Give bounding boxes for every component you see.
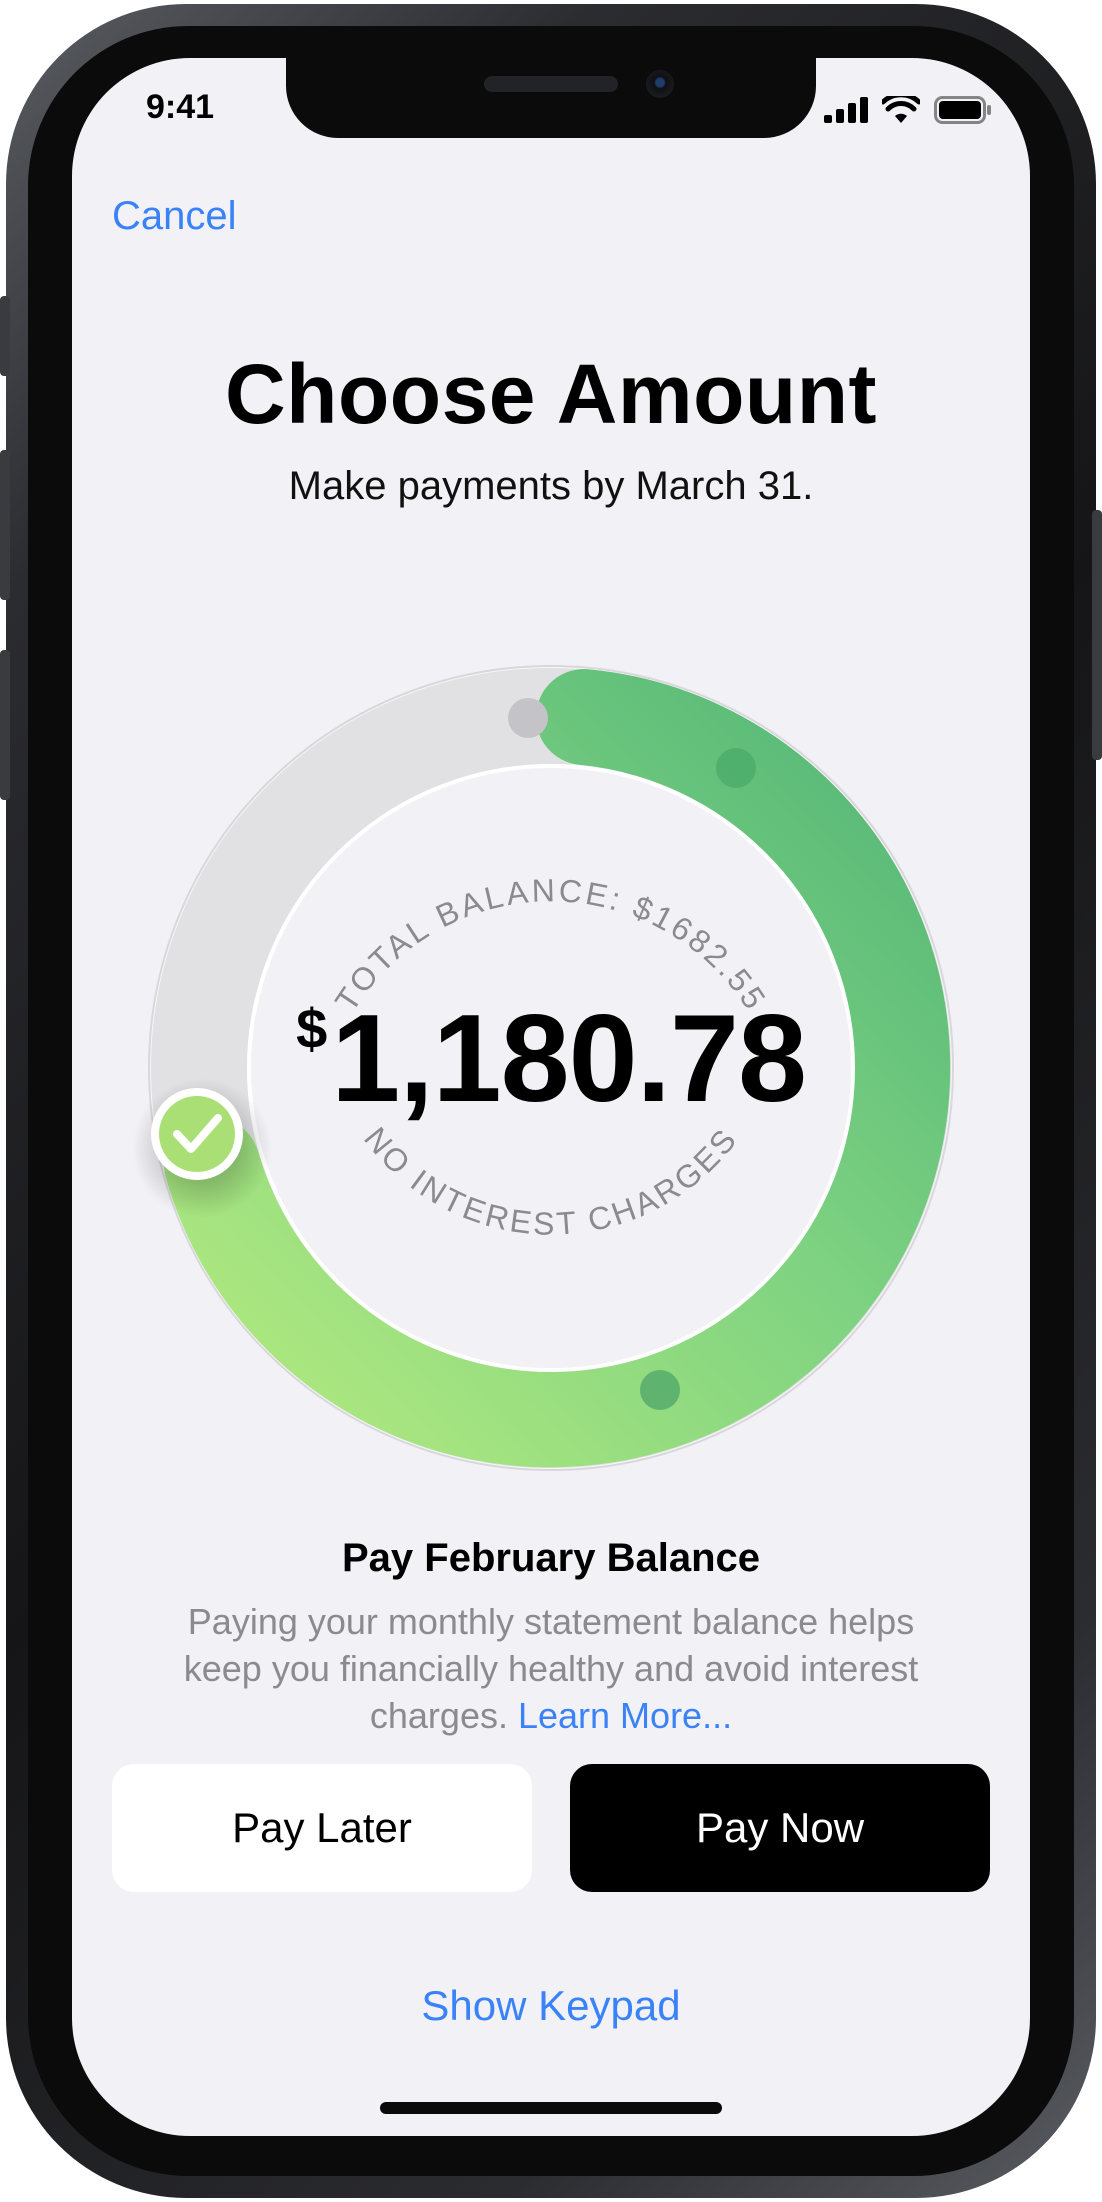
volume-down-button <box>0 650 10 800</box>
page-title: Choose Amount <box>224 347 877 441</box>
screen: 9:41 Cancel Choose Amount Make payments … <box>72 58 1030 2136</box>
pay-later-button[interactable]: Pay Later <box>112 1764 532 1892</box>
status-icons <box>824 96 992 124</box>
currency-symbol: $ <box>296 997 328 1060</box>
mute-switch <box>0 296 10 376</box>
power-button <box>1092 510 1102 760</box>
volume-up-button <box>0 450 10 600</box>
dial-marker-dot <box>640 1370 680 1410</box>
speaker-grille <box>484 76 618 92</box>
front-camera-icon <box>646 70 674 98</box>
status-time: 9:41 <box>146 88 215 126</box>
cancel-button[interactable]: Cancel <box>112 194 237 239</box>
payment-option-title: Pay February Balance <box>342 1536 760 1580</box>
notch <box>286 58 816 138</box>
learn-more-link[interactable]: Learn More... <box>518 1695 732 1736</box>
show-keypad-button[interactable]: Show Keypad <box>72 1982 1030 2030</box>
home-indicator[interactable] <box>380 2102 722 2114</box>
dial-start-dot <box>508 698 548 738</box>
wifi-icon <box>882 96 920 123</box>
payment-option-description: Paying your monthly statement balance he… <box>162 1598 940 1739</box>
pay-now-button[interactable]: Pay Now <box>570 1764 990 1892</box>
amount-value: 1,180.78 <box>331 990 807 1128</box>
cellular-signal-icon <box>824 97 868 123</box>
payment-amount: $1,180.78 <box>72 988 1030 1130</box>
battery-icon <box>934 96 991 124</box>
page-subtitle: Make payments by March 31. <box>288 464 814 508</box>
dial-marker-dot <box>716 748 756 788</box>
